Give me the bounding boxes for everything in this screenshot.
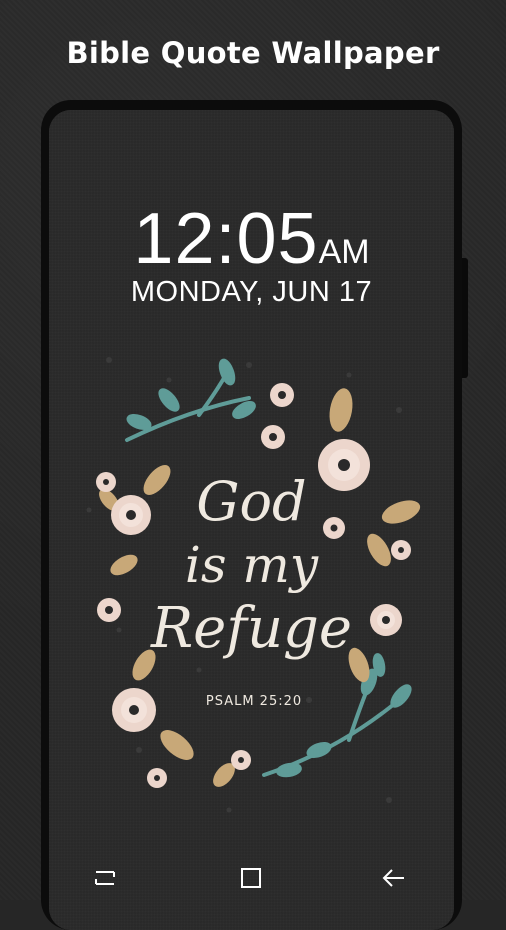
phone-screen: 12:05AM MONDAY, JUN 17 God is my Refuge … xyxy=(49,110,454,930)
navigation-bar xyxy=(0,850,506,900)
home-icon[interactable] xyxy=(236,864,266,892)
quote-line-3: Refuge xyxy=(150,596,353,661)
teal-branch-top xyxy=(125,358,256,442)
quote-reference: PSALM 25:20 xyxy=(205,694,303,709)
back-icon[interactable] xyxy=(378,864,408,892)
quote-line-1: God xyxy=(196,470,307,533)
recents-icon[interactable] xyxy=(90,864,120,892)
quote-line-2: is my xyxy=(184,536,319,594)
teal-branch-bottom xyxy=(262,653,412,778)
phone-side-button xyxy=(462,258,468,378)
promo-title: Bible Quote Wallpaper xyxy=(66,36,440,70)
